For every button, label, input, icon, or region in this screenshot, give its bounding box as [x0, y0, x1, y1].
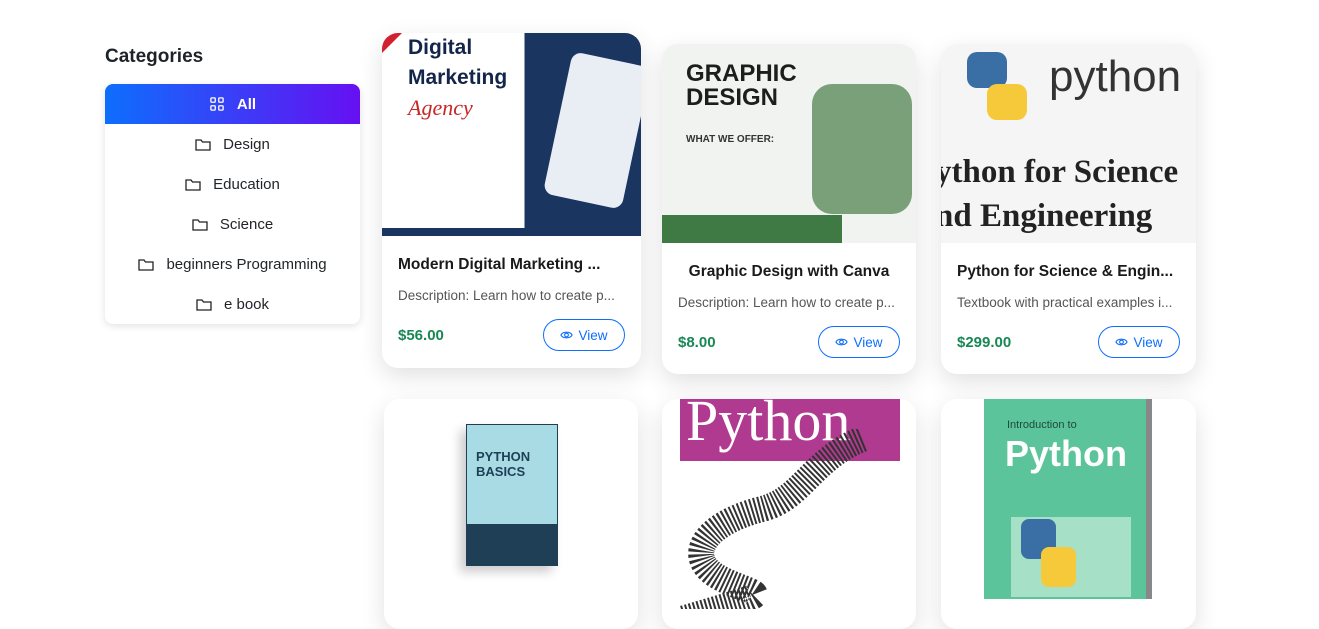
- view-label: View: [1133, 334, 1163, 350]
- category-label: Education: [213, 175, 280, 193]
- python-snake-illustration: [678, 429, 868, 609]
- product-description: Description: Learn how to create p...: [678, 295, 895, 310]
- category-label: Design: [223, 135, 270, 153]
- product-card: PYTHON BASICS: [384, 399, 638, 629]
- category-education[interactable]: Education: [105, 164, 360, 204]
- product-title[interactable]: Graphic Design with Canva: [678, 263, 900, 281]
- image-text: Python: [1005, 433, 1127, 474]
- product-image[interactable]: PYTHON BASICS: [384, 399, 638, 629]
- image-text: python: [1049, 52, 1182, 101]
- eye-icon: [835, 338, 849, 346]
- view-button[interactable]: View: [818, 326, 900, 358]
- view-button[interactable]: View: [543, 319, 625, 351]
- product-price: $56.00: [398, 326, 444, 344]
- category-design[interactable]: Design: [105, 124, 360, 164]
- product-title[interactable]: Modern Digital Marketing ...: [398, 256, 625, 274]
- folder-icon: [195, 139, 211, 151]
- eye-icon: [560, 331, 574, 339]
- eye-icon: [1115, 338, 1129, 346]
- image-text: Agency: [408, 95, 473, 120]
- view-button[interactable]: View: [1098, 326, 1180, 358]
- image-text: ython for Science nd Engineering: [941, 154, 1179, 234]
- category-beginners-programming[interactable]: beginners Programming: [105, 244, 360, 284]
- product-image[interactable]: Digital Marketing Agency: [382, 33, 641, 236]
- grid-icon: [210, 97, 224, 111]
- product-price: $8.00: [678, 333, 716, 351]
- view-label: View: [853, 334, 883, 350]
- folder-icon: [138, 259, 155, 271]
- product-price: $299.00: [957, 333, 1012, 351]
- product-description: Textbook with practical examples i...: [957, 295, 1173, 310]
- product-image[interactable]: Introduction to Python: [941, 399, 1196, 629]
- folder-icon: [185, 179, 201, 191]
- image-text: PYTHON BASICS: [476, 449, 531, 479]
- folder-icon: [192, 219, 208, 231]
- category-e-book[interactable]: e book: [105, 284, 360, 324]
- category-list: All Design Education Science beginners P…: [105, 84, 360, 324]
- category-label: All: [236, 95, 257, 113]
- image-text: GRAPHIC DESIGN: [686, 60, 797, 111]
- categories-title: Categories: [105, 46, 204, 67]
- product-title[interactable]: Python for Science & Engin...: [957, 263, 1180, 281]
- product-card: GRAPHIC DESIGN WHAT WE OFFER: Graphic De…: [662, 44, 916, 374]
- folder-icon: [196, 299, 212, 311]
- view-label: View: [578, 327, 608, 343]
- category-label: beginners Programming: [166, 255, 327, 273]
- product-image[interactable]: python ython for Science nd Engineering: [941, 44, 1196, 243]
- product-card: python ython for Science nd Engineering …: [941, 44, 1196, 374]
- category-all[interactable]: All: [105, 84, 360, 124]
- category-label: Science: [219, 215, 274, 233]
- category-label: e book: [223, 295, 270, 313]
- product-card: Digital Marketing Agency Modern Digital …: [382, 33, 641, 368]
- image-text: Digital Marketing: [408, 36, 508, 89]
- product-image[interactable]: Python: [662, 399, 916, 629]
- product-card: Introduction to Python: [941, 399, 1196, 629]
- product-image[interactable]: GRAPHIC DESIGN WHAT WE OFFER:: [662, 44, 916, 243]
- category-science[interactable]: Science: [105, 204, 360, 244]
- product-description: Description: Learn how to create p...: [398, 288, 615, 303]
- image-text: WHAT WE OFFER:: [686, 134, 775, 145]
- image-text: Introduction to: [1007, 419, 1077, 431]
- product-card: Python: [662, 399, 916, 629]
